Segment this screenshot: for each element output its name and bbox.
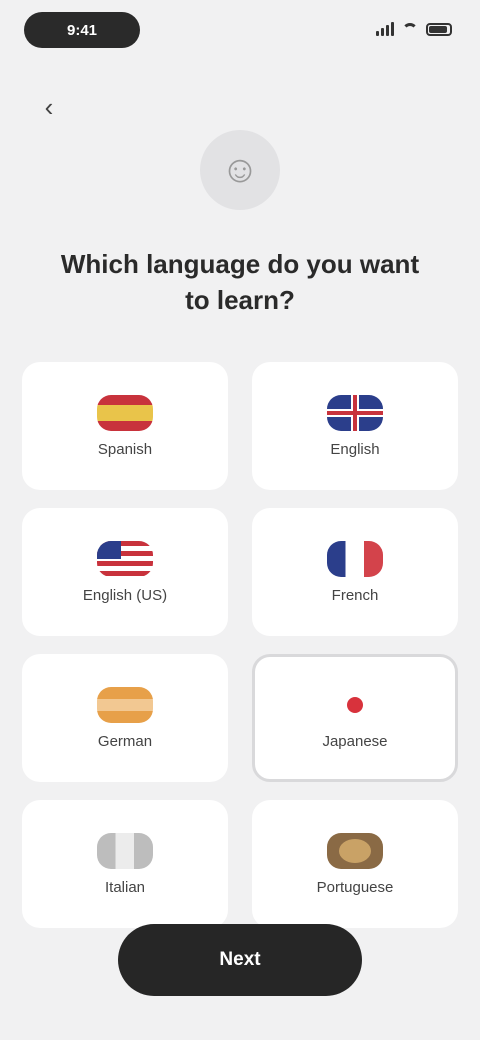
chevron-left-icon: ‹ [44, 91, 54, 122]
language-label: Portuguese [316, 878, 394, 896]
japan-flag-icon [327, 686, 383, 723]
brazil-flag-icon [327, 832, 383, 869]
mascot-icon: ☺ [220, 148, 260, 191]
language-select-screen: 9:41 ‹ ☺ Which language do you want to l… [0, 0, 480, 1040]
language-card-french[interactable]: French [252, 508, 458, 636]
germany-flag-icon [97, 686, 153, 723]
language-label: English (US) [82, 586, 168, 604]
language-label: Spanish [97, 440, 153, 458]
france-flag-icon [327, 540, 383, 577]
language-label: English [330, 440, 380, 458]
language-label: Italian [104, 878, 146, 896]
next-button[interactable]: Next [118, 924, 362, 996]
language-label: German [97, 732, 153, 750]
uk-flag-icon [327, 394, 383, 431]
cellular-signal-icon [376, 22, 394, 36]
language-card-portuguese[interactable]: Portuguese [252, 800, 458, 928]
mascot-avatar: ☺ [200, 130, 280, 210]
page-title: Which language do you want to learn? [60, 249, 420, 315]
status-icons [376, 22, 452, 36]
battery-icon [426, 22, 452, 36]
italy-flag-icon [97, 832, 153, 869]
language-card-japanese[interactable]: Japanese [252, 654, 458, 782]
spain-flag-icon [97, 394, 153, 431]
back-button[interactable]: ‹ [34, 92, 64, 122]
language-card-english[interactable]: English [252, 362, 458, 490]
language-card-spanish[interactable]: Spanish [22, 362, 228, 490]
language-card-german[interactable]: German [22, 654, 228, 782]
language-label: Japanese [322, 732, 388, 750]
status-time: 9:41 [24, 12, 140, 48]
status-bar: 9:41 [0, 0, 480, 64]
language-card-italian[interactable]: Italian [22, 800, 228, 928]
us-flag-icon [97, 540, 153, 577]
wifi-icon [402, 23, 418, 35]
language-grid: Spanish English English (US) French Germ… [22, 362, 458, 928]
language-card-english-us[interactable]: English (US) [22, 508, 228, 636]
language-label: French [331, 586, 379, 604]
